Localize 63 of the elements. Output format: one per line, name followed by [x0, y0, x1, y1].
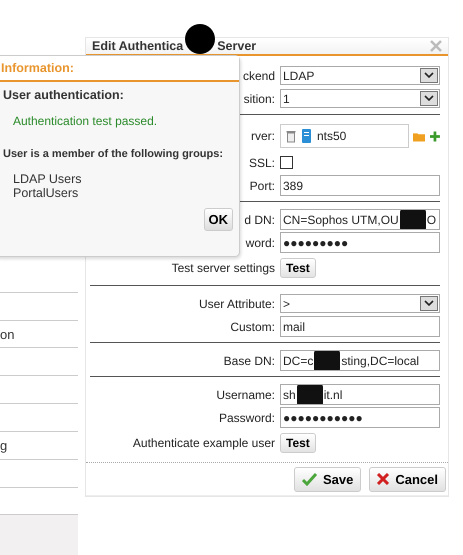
field-label: Test server settings [172, 260, 275, 274]
field-label: Custom: [230, 320, 275, 334]
checkmark-icon [302, 472, 317, 486]
redaction-mark [296, 385, 323, 404]
field-label: Authenticate example user [132, 436, 275, 450]
field-label: User Attribute: [198, 296, 275, 310]
dropdown[interactable]: LDAP [280, 66, 440, 85]
ok-button[interactable]: OK [204, 208, 233, 231]
checkbox[interactable] [280, 156, 293, 169]
caret-icon [424, 72, 434, 79]
plus-icon[interactable] [430, 130, 440, 142]
redaction-mark [314, 351, 340, 370]
field-label: rver: [251, 129, 275, 143]
close-button[interactable] [430, 40, 442, 52]
field-value: DC=c [283, 354, 314, 368]
password-field[interactable]: ●●●●●●●●●●● [280, 407, 440, 428]
field-label: word: [246, 236, 275, 250]
input-field[interactable]: CN=Sophos UTM,OU O [280, 209, 440, 230]
field-label: ckend [242, 68, 275, 82]
field-value: sting,DC=local [341, 354, 420, 368]
field-value: 389 [283, 178, 304, 192]
folder-icon[interactable] [412, 130, 426, 142]
caret-icon [424, 300, 434, 307]
field-value: CN=Sophos UTM,OU [283, 212, 399, 226]
window-title: Edit Authentica [92, 39, 184, 53]
section-heading: User is a member of the following groups: [3, 148, 224, 160]
input-field[interactable]: 389 [280, 175, 440, 196]
field-value: O [426, 212, 436, 226]
sidebar-item[interactable]: g [0, 438, 8, 453]
group-name: PortalUsers [13, 186, 80, 200]
field-value: sh [283, 388, 296, 402]
server-field[interactable]: nts50 [280, 124, 408, 148]
group-name: LDAP Users [13, 172, 83, 186]
success-message: Authentication test passed. [13, 114, 158, 128]
input-field[interactable]: sh it.nl [280, 384, 440, 405]
input-field[interactable]: mail [280, 316, 440, 337]
dropdown[interactable]: 1 [280, 89, 440, 108]
field-value: it.nl [324, 388, 342, 402]
field-value: mail [283, 320, 306, 334]
dropdown[interactable]: > [280, 294, 440, 313]
field-label: Port: [250, 178, 275, 192]
close-icon [377, 473, 390, 485]
window-title: Server [217, 39, 256, 53]
field-label: Base DN: [224, 354, 275, 368]
test-button[interactable]: Test [280, 258, 316, 278]
redaction-mark [185, 24, 216, 54]
field-label: sition: [244, 92, 275, 106]
caret-icon [424, 95, 434, 102]
server-icon [302, 129, 311, 143]
save-button[interactable]: Save [294, 466, 362, 492]
cancel-button[interactable]: Cancel [369, 466, 446, 492]
password-field[interactable]: ●●●●●●●●● [280, 232, 440, 253]
field-label: Password: [218, 410, 275, 424]
field-label: d DN: [244, 212, 275, 226]
field-label: Username: [216, 388, 275, 402]
redaction-mark [400, 210, 426, 229]
section-heading: User authentication: [3, 88, 125, 102]
sidebar-item[interactable]: on [0, 326, 14, 342]
input-field[interactable]: DC=c sting,DC=local [280, 350, 440, 371]
test-button[interactable]: Test [280, 432, 316, 452]
trash-icon[interactable] [286, 130, 296, 142]
popup-title: Information: [1, 61, 74, 75]
field-label: SSL: [248, 156, 275, 170]
